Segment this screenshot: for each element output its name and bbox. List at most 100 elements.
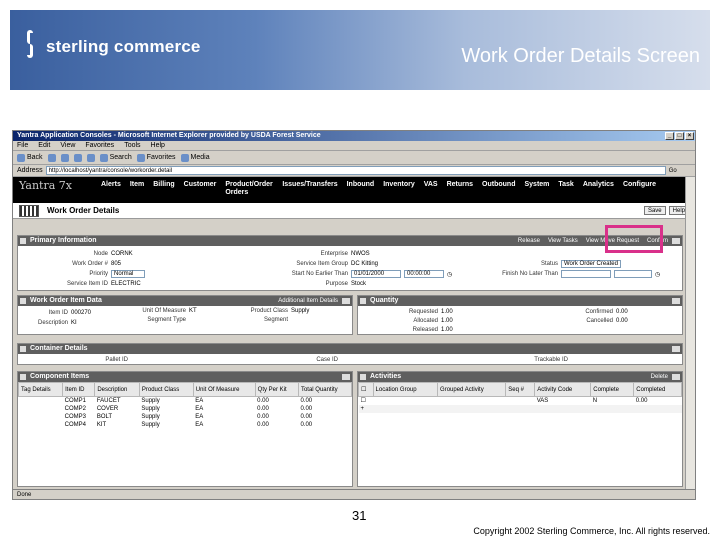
new-row[interactable]: +	[358, 404, 682, 413]
container-details-panel: Container Details Pallet ID Case ID Trac…	[17, 343, 683, 365]
cell: FAUCET	[96, 397, 121, 404]
home-icon	[86, 153, 95, 162]
back-arrow-icon	[17, 153, 25, 162]
nav-inventory[interactable]: Inventory	[383, 181, 415, 197]
collapse-toggle-icon[interactable]	[360, 374, 366, 380]
cell: 0.00	[300, 397, 313, 404]
cell: COMP2	[64, 405, 86, 412]
description-value: KI	[71, 320, 77, 326]
table-row[interactable]: COMP1 FAUCET Supply EA 0.00 0.00	[19, 397, 352, 405]
nav-vas[interactable]: VAS	[424, 181, 438, 197]
menu-edit[interactable]: Edit	[38, 141, 50, 150]
pallet-id-label: Pallet ID	[105, 357, 128, 363]
page-title-bar: Work Order Details Save Help	[13, 203, 695, 219]
purpose-label: Purpose	[325, 281, 348, 287]
panel-title: Work Order Item Data	[30, 297, 102, 304]
nav-outbound[interactable]: Outbound	[482, 181, 515, 197]
nav-billing[interactable]: Billing	[153, 181, 174, 197]
address-input[interactable]: http://localhost/yantra/console/workorde…	[45, 166, 666, 175]
barcode-icon	[19, 204, 39, 217]
home-button[interactable]	[86, 153, 95, 162]
component-items-table: Tag Details Item ID Description Product …	[17, 382, 353, 429]
cell: KIT	[96, 421, 107, 428]
col-completed: Completed	[633, 382, 682, 397]
panel-close-icon[interactable]	[672, 238, 680, 244]
nav-configure[interactable]: Configure	[623, 181, 656, 197]
cell: EA	[195, 405, 204, 412]
table-row[interactable]: ☐ VAS N 0.00	[359, 397, 682, 405]
collapse-toggle-icon[interactable]	[20, 298, 26, 304]
panel-close-icon[interactable]	[342, 374, 350, 380]
vertical-scrollbar[interactable]	[685, 177, 695, 491]
yantra-brand: Yantra 7x	[19, 179, 72, 192]
close-icon[interactable]: ×	[685, 132, 694, 140]
nav-product-orders[interactable]: Product/Order Orders	[225, 181, 273, 197]
nav-inbound[interactable]: Inbound	[347, 181, 375, 197]
finish-date-input[interactable]	[561, 270, 611, 278]
start-no-earlier-label: Start No Earlier Than	[291, 271, 348, 277]
panel-close-icon[interactable]	[342, 298, 350, 304]
sterling-commerce-logo: sterling commerce	[24, 30, 201, 64]
panel-title: Component Items	[30, 373, 90, 380]
menu-file[interactable]: File	[17, 141, 28, 150]
add-row-icon[interactable]: +	[359, 405, 374, 413]
menu-view[interactable]: View	[60, 141, 75, 150]
slide-title: Work Order Details Screen	[461, 45, 700, 67]
nav-item[interactable]: Item	[130, 181, 144, 197]
additional-item-details-action[interactable]: Additional Item Details	[278, 296, 338, 306]
cell	[19, 405, 63, 413]
start-time-input[interactable]: 00:00:00	[404, 270, 444, 278]
maximize-icon[interactable]: □	[675, 132, 684, 140]
finish-no-later-label: Finish No Later Than	[502, 271, 558, 277]
row-checkbox[interactable]: ☐	[359, 397, 374, 405]
view-tasks-action[interactable]: View Tasks	[548, 236, 578, 246]
menu-tools[interactable]: Tools	[124, 141, 140, 150]
collapse-toggle-icon[interactable]	[20, 238, 26, 244]
table-row[interactable]: COMP2 COVER Supply EA 0.00 0.00	[19, 405, 352, 413]
nav-task[interactable]: Task	[558, 181, 573, 197]
nav-customer[interactable]: Customer	[184, 181, 217, 197]
nav-alerts[interactable]: Alerts	[101, 181, 121, 197]
trackable-id-label: Trackable ID	[534, 357, 568, 363]
go-button[interactable]: Go	[669, 168, 677, 174]
media-button[interactable]: Media	[180, 153, 210, 162]
enterprise-value: NWOS	[351, 251, 370, 257]
stop-button[interactable]	[60, 153, 69, 162]
forward-button[interactable]	[47, 153, 56, 162]
nav-analytics[interactable]: Analytics	[583, 181, 614, 197]
quantity-panel: Quantity Requested 1.00 Confirmed 0.00 Allo…	[357, 295, 683, 335]
table-row[interactable]: COMP4 KIT Supply EA 0.00 0.00	[19, 421, 352, 429]
cell	[19, 397, 63, 405]
priority-select[interactable]: Normal	[111, 270, 145, 278]
menu-help[interactable]: Help	[151, 141, 165, 150]
collapse-toggle-icon[interactable]	[20, 346, 26, 352]
nav-issues-transfers[interactable]: Issues/Transfers	[282, 181, 337, 197]
refresh-button[interactable]	[73, 153, 82, 162]
menu-favorites[interactable]: Favorites	[85, 141, 114, 150]
save-button[interactable]: Save	[643, 206, 666, 215]
panel-close-icon[interactable]	[672, 346, 680, 352]
start-date-input[interactable]: 01/01/2000	[351, 270, 401, 278]
search-icon	[99, 153, 108, 162]
clock-icon[interactable]: ◷	[655, 271, 660, 278]
stop-icon	[60, 153, 69, 162]
favorites-button[interactable]: Favorites	[136, 153, 176, 162]
search-button[interactable]: Search	[99, 153, 132, 162]
select-all-checkbox[interactable]: ☐	[361, 387, 366, 393]
finish-time-input[interactable]	[614, 270, 652, 278]
panel-close-icon[interactable]	[672, 374, 680, 380]
nav-returns[interactable]: Returns	[447, 181, 473, 197]
release-action[interactable]: Release	[518, 236, 540, 246]
table-row[interactable]: COMP3 BOLT Supply EA 0.00 0.00	[19, 413, 352, 421]
nav-system[interactable]: System	[524, 181, 549, 197]
requested-value: 1.00	[441, 308, 453, 315]
col-select[interactable]: ☐	[358, 382, 374, 397]
address-label: Address	[17, 167, 43, 174]
clock-icon[interactable]: ◷	[447, 271, 452, 278]
back-button[interactable]: Back	[17, 153, 43, 162]
minimize-icon[interactable]: _	[665, 132, 674, 140]
collapse-toggle-icon[interactable]	[20, 374, 26, 380]
delete-action[interactable]: Delete	[651, 372, 668, 382]
panel-close-icon[interactable]	[672, 298, 680, 304]
collapse-toggle-icon[interactable]	[360, 298, 366, 304]
